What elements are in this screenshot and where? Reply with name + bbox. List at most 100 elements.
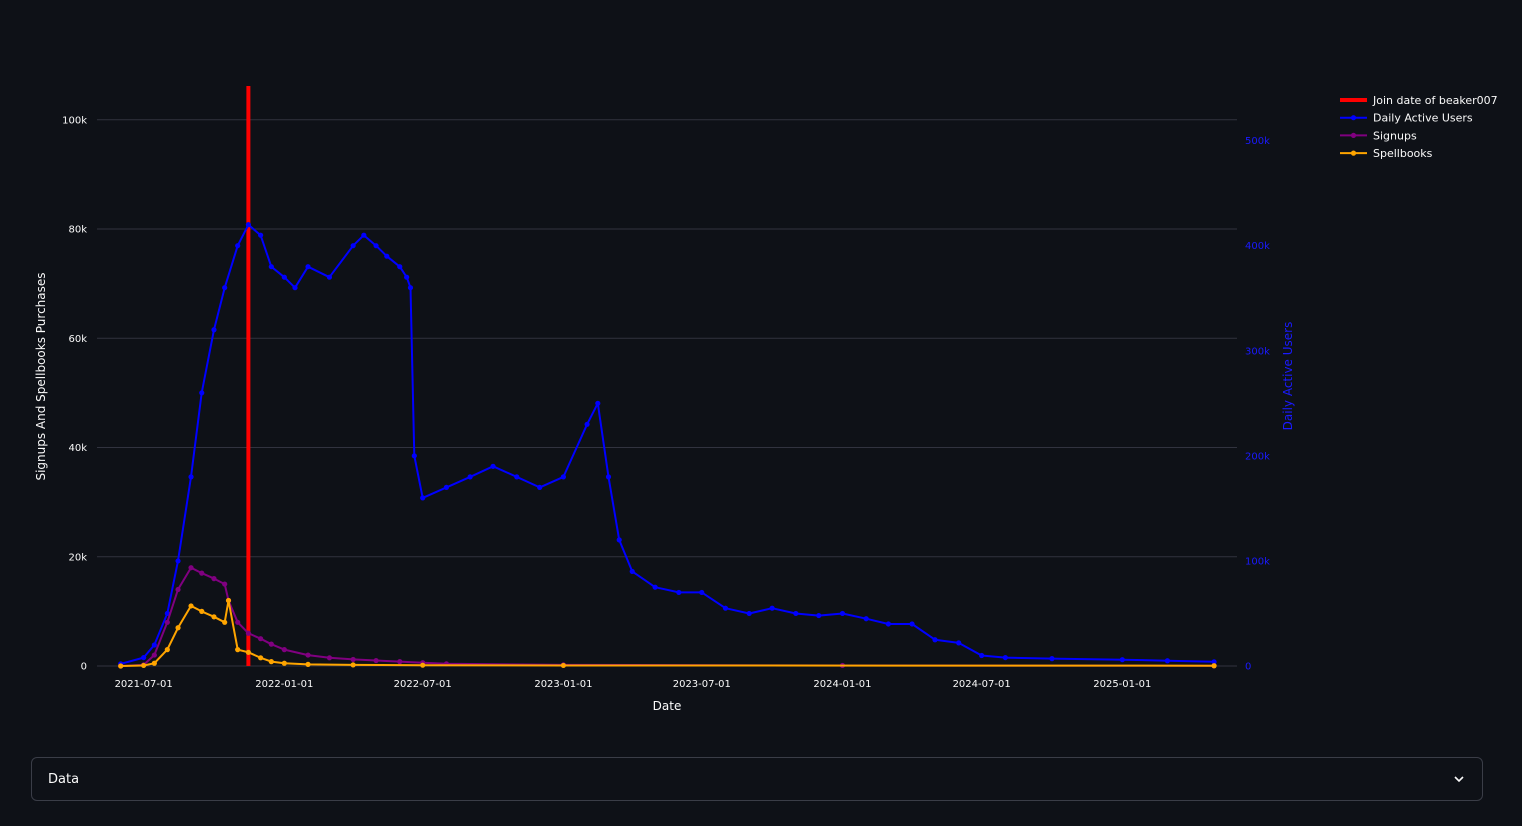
- data-expander-label: Data: [48, 771, 80, 787]
- chart: 0 20k 40k 60k 80k 100k 0 100k 200k 300k 400k 500k 20…: [34, 86, 1498, 713]
- y-tick-label: 0: [81, 662, 87, 673]
- daily-active-users-point: [979, 652, 985, 659]
- spellbooks-point: [175, 625, 181, 631]
- daily-active-users-point: [956, 640, 962, 646]
- y2-tick-label: 300k: [1245, 346, 1270, 357]
- daily-active-users-point: [1049, 656, 1055, 662]
- daily-active-users-point: [839, 610, 846, 617]
- signups-point: [305, 652, 311, 658]
- spellbooks-point: [118, 663, 124, 669]
- x-tick-label: 2022-01-01: [255, 679, 313, 690]
- spellbooks-point: [222, 619, 228, 625]
- daily-active-users-point: [793, 610, 799, 617]
- spellbooks-point: [420, 662, 426, 668]
- y2-tick-label: 400k: [1245, 241, 1270, 252]
- daily-active-users-point: [211, 327, 217, 333]
- spellbooks-point: [305, 661, 311, 667]
- daily-active-users-point: [514, 474, 520, 480]
- y-tick-label: 100k: [62, 115, 87, 126]
- signups-point: [151, 652, 157, 658]
- spellbooks-point: [281, 660, 287, 666]
- x-tick-label: 2024-01-01: [813, 679, 871, 690]
- signups-point: [211, 576, 217, 582]
- spellbooks-point: [245, 649, 251, 655]
- daily-active-users-point: [816, 612, 822, 619]
- x-tick-label: 2023-01-01: [534, 679, 592, 690]
- daily-active-users-point: [258, 232, 264, 238]
- daily-active-users-point: [350, 243, 356, 249]
- y-tick-label: 40k: [68, 443, 87, 454]
- daily-active-users-point: [420, 495, 426, 501]
- daily-active-users-point: [326, 274, 333, 280]
- legend-item-join-date-of-beaker007[interactable]: Join date of beaker007: [1340, 94, 1498, 107]
- signups-point: [281, 647, 287, 653]
- daily-active-users-point: [292, 285, 298, 291]
- legend-label: Spellbooks: [1373, 147, 1433, 160]
- spellbooks-point: [350, 662, 356, 668]
- signups-point: [326, 655, 333, 661]
- spellbooks-point: [151, 660, 157, 666]
- daily-active-users-point: [361, 232, 367, 238]
- daily-active-users-point: [584, 421, 590, 427]
- y2-tick-label: 100k: [1245, 556, 1270, 567]
- spellbooks-point: [1211, 663, 1217, 669]
- daily-active-users-point: [746, 610, 752, 617]
- daily-active-users-point: [722, 605, 729, 611]
- daily-active-users-point: [404, 274, 410, 280]
- legend-marker: [1350, 115, 1357, 121]
- legend-item-signups[interactable]: Signups: [1340, 129, 1417, 142]
- spellbooks-point: [225, 597, 232, 604]
- daily-active-users-point: [151, 642, 157, 648]
- daily-active-users-point: [407, 285, 414, 291]
- y2-axis-title: Daily Active Users: [1281, 322, 1295, 431]
- x-axis-title: Date: [653, 699, 682, 713]
- daily-active-users-point: [863, 616, 869, 622]
- spellbooks-point: [235, 647, 241, 653]
- daily-active-users-point: [1119, 657, 1125, 663]
- legend-label: Daily Active Users: [1373, 112, 1473, 125]
- legend[interactable]: Join date of beaker007 Daily Active Users…: [1340, 94, 1498, 160]
- y-tick-label: 20k: [68, 552, 87, 563]
- legend-item-spellbooks[interactable]: Spellbooks: [1340, 147, 1433, 160]
- daily-active-users-point: [699, 589, 705, 596]
- y2-tick-label: 500k: [1245, 136, 1270, 147]
- daily-active-users-point: [281, 274, 287, 280]
- daily-active-users-point: [1002, 654, 1008, 661]
- spellbooks-point: [560, 662, 566, 669]
- legend-item-daily-active-users[interactable]: Daily Active Users: [1340, 112, 1473, 125]
- daily-active-users-point: [932, 637, 938, 643]
- y2-tick-label: 0: [1245, 662, 1251, 673]
- daily-active-users-point: [676, 589, 682, 596]
- daily-active-users-point: [245, 222, 251, 228]
- series-layer: [118, 86, 1217, 669]
- signups-point: [258, 636, 264, 642]
- daily-active-users-point: [373, 243, 379, 249]
- daily-active-users-point: [909, 621, 915, 627]
- daily-active-users-point: [560, 474, 566, 480]
- signups-point: [164, 619, 170, 625]
- chevron-down-icon: [1454, 776, 1464, 783]
- x-tick-label: 2021-07-01: [115, 679, 173, 690]
- y-axis-title: Signups And Spellbooks Purchases: [34, 272, 48, 480]
- signups-point: [222, 581, 228, 587]
- spellbooks-point: [188, 603, 194, 609]
- daily-active-users-point: [769, 605, 775, 611]
- data-expander[interactable]: Data: [31, 757, 1483, 801]
- signups-point: [350, 656, 356, 663]
- daily-active-users-point: [652, 584, 658, 590]
- legend-marker: [1350, 150, 1357, 156]
- signups-point: [175, 586, 181, 593]
- daily-active-users-line: [120, 223, 1215, 665]
- daily-active-users-point: [175, 558, 181, 564]
- daily-active-users-point: [411, 453, 417, 459]
- spellbooks-point: [211, 614, 217, 620]
- daily-active-users-point: [268, 264, 274, 270]
- daily-active-users-point: [199, 390, 205, 396]
- spellbooks-line: [120, 599, 1215, 667]
- daily-active-users-point: [467, 474, 473, 480]
- x-tick-label: 2024-07-01: [953, 679, 1011, 690]
- spellbooks-point: [199, 608, 205, 614]
- daily-active-users-point: [188, 474, 194, 480]
- x-tick-label: 2022-07-01: [394, 679, 452, 690]
- x-tick-label: 2023-07-01: [673, 679, 731, 690]
